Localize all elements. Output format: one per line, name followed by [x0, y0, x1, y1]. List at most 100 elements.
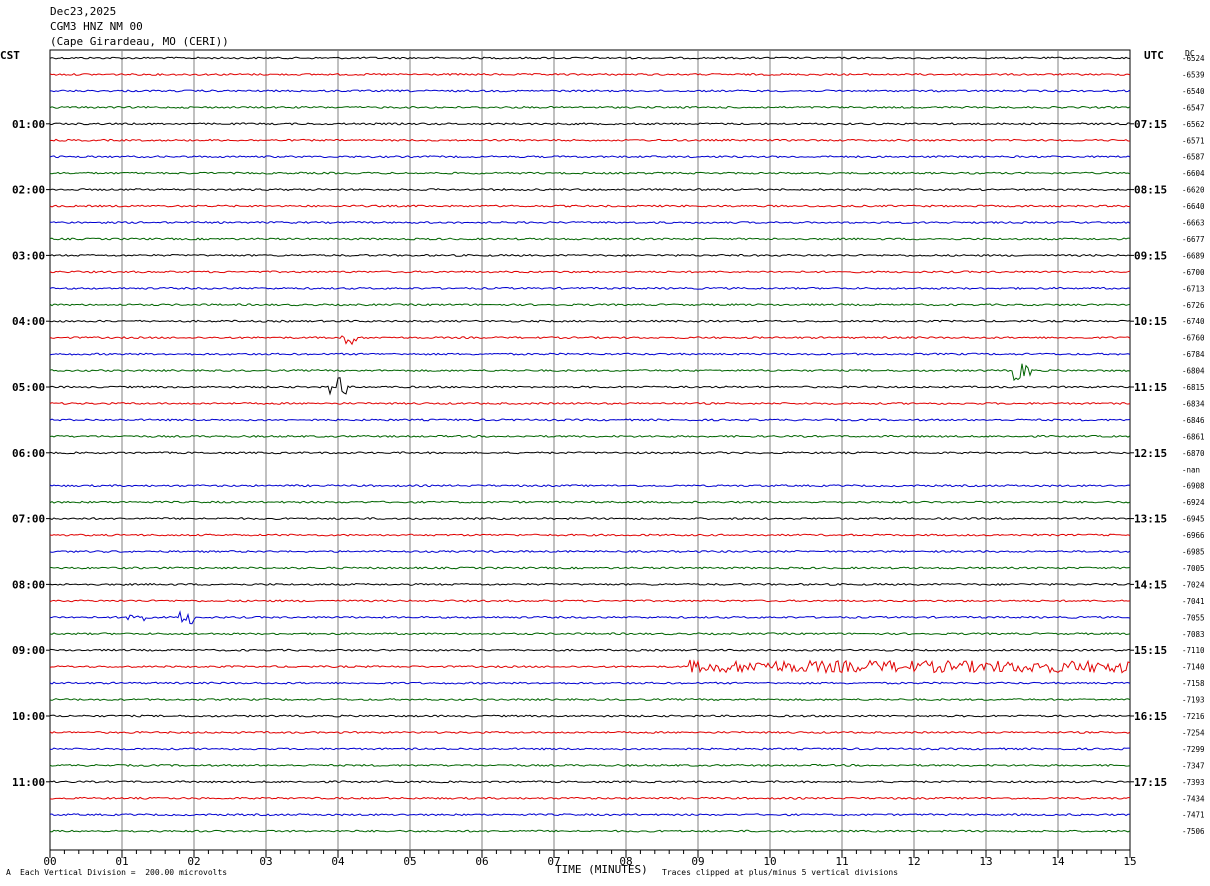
- hour-label-left: 04:00: [12, 315, 45, 328]
- dc-offset-label: -7216: [1182, 712, 1205, 721]
- seismic-trace: [49, 813, 1130, 817]
- dc-offset-label: -6689: [1182, 251, 1205, 260]
- helicorder-plot: 00 01 02 03 04 05 06 07 08 09 10 11 12 13 14 15-6524-65…: [12, 49, 1205, 868]
- x-tick-label: 14: [1051, 855, 1065, 868]
- plot-frame: [49, 49, 1131, 851]
- x-tick-label: 09: [691, 855, 704, 868]
- seismic-trace: [49, 500, 1131, 504]
- dc-offset-label: -6640: [1182, 202, 1205, 211]
- dc-offset-label: -7393: [1182, 778, 1205, 787]
- seismic-trace: [49, 780, 1131, 784]
- seismic-trace: [49, 270, 1131, 274]
- hour-label-right: 15:15: [1134, 644, 1167, 657]
- seismic-trace: [49, 610, 1131, 625]
- hour-label-right: 16:15: [1134, 710, 1167, 723]
- hour-label-left: 01:00: [12, 118, 45, 131]
- seismic-trace: [49, 582, 1131, 586]
- seismic-trace: [49, 714, 1131, 718]
- seismic-trace: [49, 747, 1130, 751]
- x-tick-label: 10: [763, 855, 776, 868]
- traces: [49, 56, 1131, 833]
- dc-offset-label: -7041: [1182, 597, 1205, 606]
- hour-label-right: 17:15: [1134, 776, 1167, 789]
- dc-offset-label: -7055: [1182, 613, 1205, 622]
- hour-label-left: 03:00: [12, 249, 45, 262]
- hour-label-left: 05:00: [12, 381, 45, 394]
- seismic-trace: [49, 401, 1131, 405]
- hour-label-left: 07:00: [12, 513, 45, 526]
- dc-offset-label: -6713: [1182, 284, 1205, 293]
- x-tick-label: 00: [43, 855, 56, 868]
- dc-offset-label: -6571: [1182, 136, 1205, 145]
- dc-offset-label: -7347: [1182, 761, 1205, 770]
- hour-label-right: 10:15: [1134, 315, 1167, 328]
- seismic-trace: [49, 517, 1131, 521]
- dc-offset-label: -6604: [1182, 169, 1205, 178]
- dc-offset-label: -6726: [1182, 301, 1205, 310]
- dc-offset-label: -6587: [1182, 153, 1205, 162]
- seismic-trace: [49, 56, 1131, 60]
- seismic-trace: [49, 566, 1131, 570]
- hour-label-right: 08:15: [1134, 184, 1167, 197]
- station-label: CGM3 HNZ NM 00: [50, 20, 143, 33]
- x-tick-label: 13: [979, 855, 992, 868]
- dc-offset-label: -6547: [1182, 103, 1205, 112]
- x-tick-label: 06: [475, 855, 488, 868]
- dc-offset-label: -7299: [1182, 745, 1205, 754]
- hour-label-right: 14:15: [1134, 578, 1167, 591]
- dc-offset-label: -6620: [1182, 186, 1205, 195]
- dc-offset-label: -6834: [1182, 399, 1205, 408]
- seismic-trace: [49, 632, 1131, 636]
- seismic-trace: [49, 599, 1131, 603]
- dc-label: DC: [1185, 49, 1195, 58]
- seismic-trace: [49, 418, 1131, 422]
- seismic-trace: [49, 72, 1131, 76]
- dc-offset-label: -7005: [1182, 564, 1205, 573]
- dc-offset-label: -6540: [1182, 87, 1205, 96]
- seismic-trace: [49, 319, 1131, 323]
- hour-label-left: 06:00: [12, 447, 45, 460]
- seismic-trace: [49, 253, 1131, 257]
- seismic-trace: [49, 730, 1131, 734]
- corner-mark: A: [6, 868, 11, 877]
- scale-note: Each Vertical Division = 200.00 microvol…: [20, 868, 228, 877]
- seismic-trace: [49, 698, 1131, 702]
- dc-offset-label: -6740: [1182, 317, 1205, 326]
- seismic-trace: [49, 681, 1131, 685]
- hour-label-left: 09:00: [12, 644, 45, 657]
- dc-offset-label: -6760: [1182, 334, 1205, 343]
- hour-label-left: 11:00: [12, 776, 45, 789]
- dc-offset-label: -6870: [1182, 449, 1205, 458]
- dc-offset-label: -7110: [1182, 646, 1205, 655]
- seismic-trace: [49, 659, 1131, 675]
- x-axis-title: TIME (MINUTES): [555, 863, 648, 876]
- dc-offset-label: -6784: [1182, 350, 1205, 359]
- dc-offset-label: -6663: [1182, 219, 1205, 228]
- location-label: (Cape Girardeau, MO (CERI)): [50, 35, 229, 48]
- seismic-trace: [49, 648, 1131, 652]
- hour-label-left: 10:00: [12, 710, 45, 723]
- dc-offset-label: -nan: [1182, 465, 1200, 474]
- dc-offset-label: -6562: [1182, 120, 1205, 129]
- dc-offset-label: -6804: [1182, 367, 1205, 376]
- dc-offset-label: -6846: [1182, 416, 1205, 425]
- dc-offset-label: -7506: [1182, 827, 1205, 836]
- dc-offset-label: -7158: [1182, 679, 1205, 688]
- dc-offset-label: -6966: [1182, 531, 1205, 540]
- hour-label-right: 12:15: [1134, 447, 1167, 460]
- seismic-trace: [49, 204, 1130, 208]
- seismic-trace: [49, 122, 1131, 126]
- dc-offset-label: -7254: [1182, 728, 1205, 737]
- axis-labels: 00 01 02 03 04 05 06 07 08 09 10 11 12 13 14 15-6524-65…: [12, 54, 1205, 868]
- dc-offset-label: -7140: [1182, 663, 1205, 672]
- seismic-trace: [49, 451, 1131, 455]
- seismic-trace: [49, 377, 1131, 396]
- dc-offset-label: -6539: [1182, 70, 1205, 79]
- seismic-trace: [49, 796, 1130, 800]
- x-tick-label: 12: [907, 855, 920, 868]
- x-tick-label: 05: [403, 855, 416, 868]
- x-tick-label: 02: [187, 855, 200, 868]
- seismic-trace: [49, 352, 1131, 356]
- seismic-trace: [49, 335, 1131, 346]
- dc-offset-label: -6700: [1182, 268, 1205, 277]
